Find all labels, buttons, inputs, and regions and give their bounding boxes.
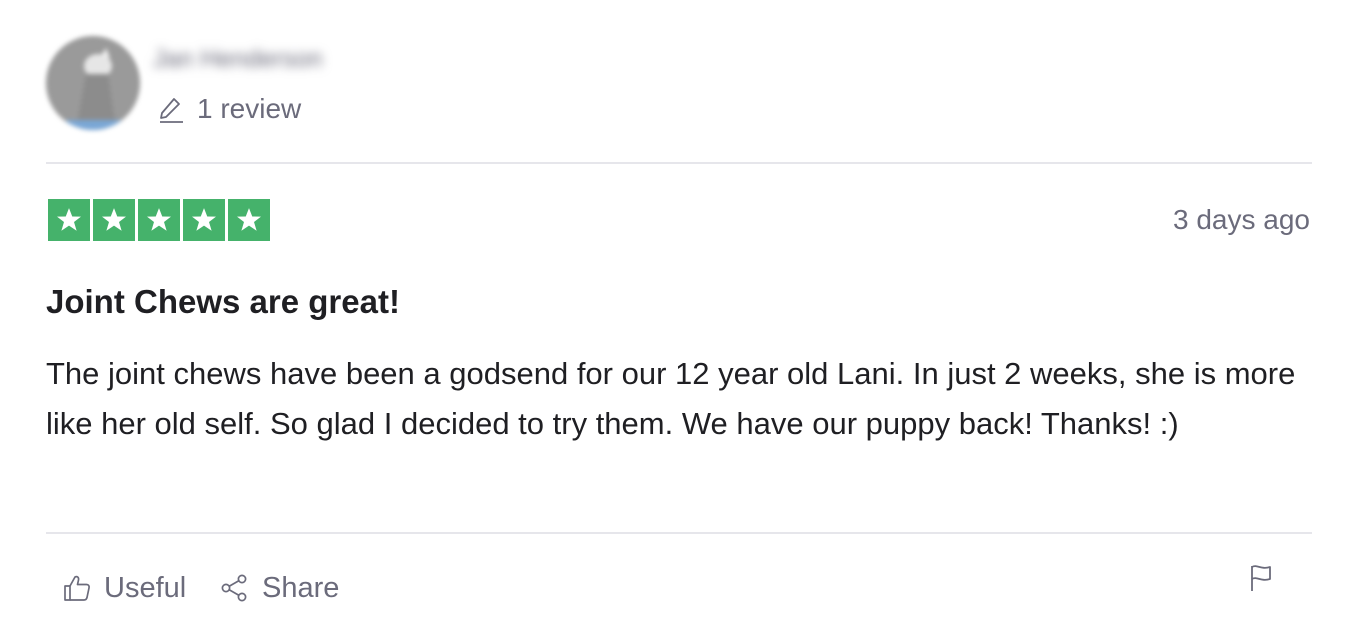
pencil-icon — [160, 98, 183, 123]
review-count: 1 review — [157, 90, 301, 128]
footer-divider — [46, 532, 1312, 534]
review-date: 3 days ago — [1173, 204, 1310, 235]
review-body: The joint chews have been a godsend for … — [46, 356, 1296, 441]
reviewer-name[interactable]: Jan Henderson — [153, 42, 323, 76]
report-button[interactable] — [1247, 563, 1275, 593]
star-rating — [48, 199, 270, 241]
star-icon — [138, 199, 180, 241]
header-divider — [46, 162, 1312, 164]
star-icon — [183, 199, 225, 241]
share-label: Share — [262, 572, 340, 604]
share-icon — [221, 574, 247, 602]
share-button[interactable]: Share — [220, 568, 339, 608]
star-icon — [93, 199, 135, 241]
star-icon — [48, 199, 90, 241]
flag-icon — [1251, 565, 1271, 591]
star-icon — [228, 199, 270, 241]
avatar[interactable] — [46, 36, 140, 130]
thumbs-up-icon — [64, 575, 90, 601]
useful-button[interactable]: Useful — [62, 568, 186, 608]
review-count-label: 1 review — [197, 93, 302, 124]
useful-label: Useful — [104, 572, 187, 604]
review-title[interactable]: Joint Chews are great! — [46, 280, 400, 324]
